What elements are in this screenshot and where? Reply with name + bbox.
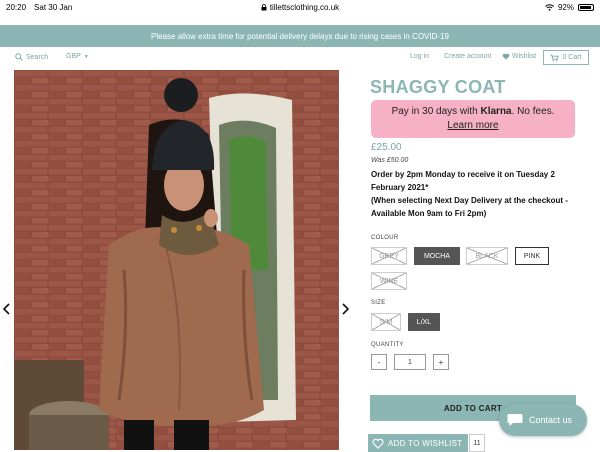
search-icon <box>15 53 23 61</box>
address-bar[interactable]: tillettsclothing.co.uk <box>0 3 600 12</box>
colour-option-black[interactable]: BLACK <box>466 247 508 265</box>
product-price: £25.00 <box>371 142 402 153</box>
colour-option-wine[interactable]: WINE <box>371 272 407 290</box>
currency-select[interactable]: GBP ▼ <box>66 53 89 60</box>
wishlist-label: Wishlist <box>512 53 537 60</box>
chat-bubble-icon <box>507 414 523 426</box>
quantity-decrease-button[interactable]: - <box>371 354 387 370</box>
next-image-arrow[interactable] <box>342 302 350 318</box>
product-title: SHAGGY COAT <box>370 77 506 97</box>
colour-option-pink[interactable]: PINK <box>515 247 549 265</box>
currency-value: GBP <box>66 53 81 60</box>
wishlist-count: 11 <box>469 434 485 452</box>
chevron-left-icon <box>2 303 10 315</box>
cart-button[interactable]: 0 Cart <box>543 50 589 65</box>
delivery-line-1: Order by 2pm Monday to receive it on Tue… <box>371 170 555 192</box>
delivery-info: Order by 2pm Monday to receive it on Tue… <box>371 168 581 220</box>
quantity-label: QUANTITY <box>371 342 404 348</box>
quantity-input[interactable]: 1 <box>394 354 426 370</box>
wishlist-link[interactable]: Wishlist <box>502 53 536 60</box>
klarna-banner: Pay in 30 days with Klarna. No fees. Lea… <box>371 100 575 138</box>
ios-status-bar: 20:20 Sat 30 Jan tillettsclothing.co.uk … <box>0 0 600 14</box>
chevron-right-icon <box>342 303 350 315</box>
announcement-banner: Please allow extra time for potential de… <box>0 25 600 47</box>
create-account-link[interactable]: Create account <box>444 53 491 60</box>
colour-option-grey[interactable]: GREY <box>371 247 407 265</box>
search-label: Search <box>26 53 49 61</box>
size-option-lxl[interactable]: L/XL <box>408 313 440 331</box>
colour-label: COLOUR <box>371 235 399 241</box>
klarna-brand: Klarna <box>480 106 512 117</box>
cart-icon <box>550 54 560 61</box>
klarna-prefix: Pay in 30 days with <box>391 106 481 117</box>
contact-us-chat-button[interactable]: Contact us <box>499 404 587 436</box>
chevron-down-icon: ▼ <box>83 53 89 60</box>
size-label: SIZE <box>371 300 386 306</box>
login-link[interactable]: Log in <box>410 53 429 60</box>
lock-icon <box>261 3 267 10</box>
prev-image-arrow[interactable] <box>2 302 10 318</box>
heart-icon <box>502 53 510 60</box>
heart-outline-icon <box>372 438 384 449</box>
store-nav: Search GBP ▼ Log in Create account Wishl… <box>0 49 600 69</box>
cart-label: 0 Cart <box>562 54 582 61</box>
add-to-wishlist-button[interactable]: ADD TO WISHLIST <box>368 434 468 452</box>
quantity-increase-button[interactable]: + <box>433 354 449 370</box>
add-to-wishlist-label: ADD TO WISHLIST <box>388 438 463 448</box>
url-text: tillettsclothing.co.uk <box>269 2 340 12</box>
banner-text: Please allow extra time for potential de… <box>151 31 449 41</box>
size-option-sm[interactable]: S/M <box>371 313 401 331</box>
product-image[interactable] <box>14 70 339 450</box>
klarna-suffix: . No fees. <box>511 106 555 117</box>
colour-option-mocha[interactable]: MOCHA <box>414 247 460 265</box>
search-link[interactable]: Search <box>15 53 48 61</box>
delivery-line-2: (When selecting Next Day Delivery at the… <box>371 196 568 218</box>
was-price: Was £50.00 <box>371 157 409 164</box>
battery-icon <box>578 3 594 11</box>
contact-us-label: Contact us <box>529 415 573 425</box>
klarna-learn-more-link[interactable]: Learn more <box>371 120 575 131</box>
product-photo-illustration <box>14 70 339 450</box>
